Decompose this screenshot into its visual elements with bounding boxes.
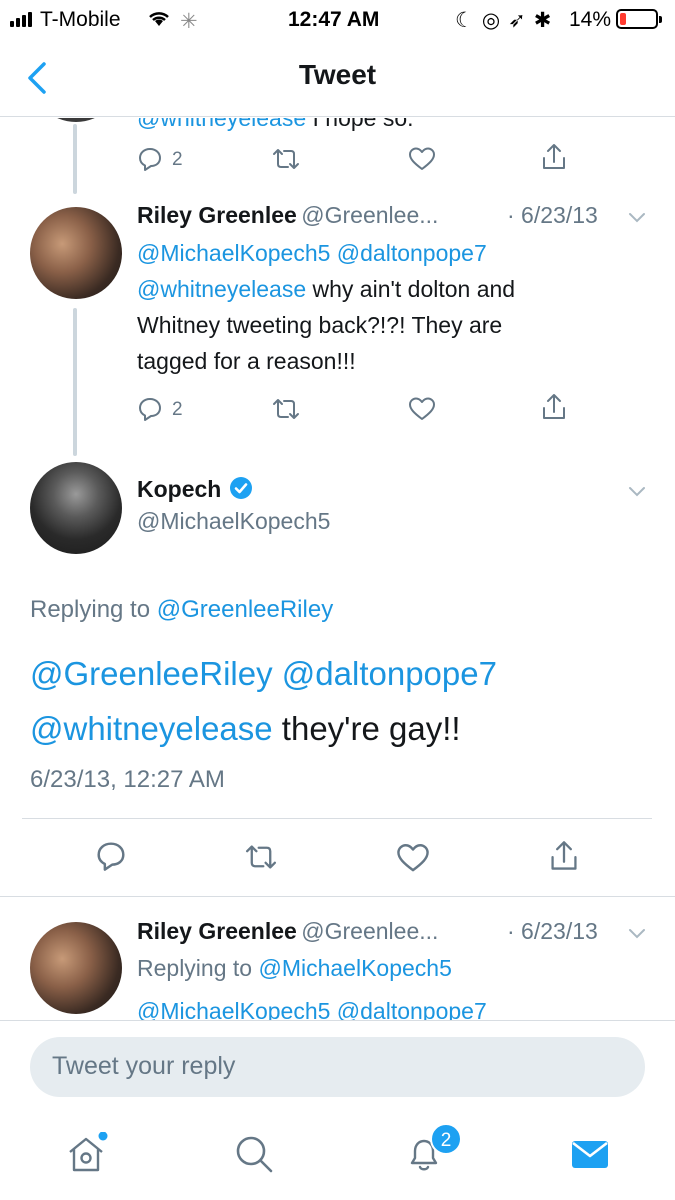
share-button[interactable]	[540, 142, 568, 172]
wifi-icon	[147, 9, 171, 33]
tweet-thread[interactable]: @whitneyelease I hope so. 2 Riley Greenl…	[0, 118, 675, 1020]
mention-link[interactable]: @whitneyelease	[137, 118, 306, 131]
activity-spinner-icon: ✳	[180, 10, 198, 33]
status-icons: ☾ ◎ ➶ ✱	[455, 8, 551, 33]
retweet-icon	[273, 399, 299, 419]
tweet-text: @MichaelKopech5 @daltonpope7 @whitneyele…	[137, 240, 516, 374]
share-icon	[543, 394, 565, 419]
tab-search[interactable]	[232, 1132, 276, 1181]
display-name[interactable]: Kopech	[137, 476, 221, 502]
tweet-date: · 6/23/13	[507, 202, 598, 228]
tweet-text: @GreenleeRiley @daltonpope7 @whitneyelea…	[30, 655, 497, 747]
avatar[interactable]	[30, 118, 122, 122]
reply-composer: Tweet your reply	[0, 1020, 675, 1110]
chevron-down-icon	[629, 213, 645, 223]
tweet-actions: 2	[137, 394, 587, 436]
carrier-label: T-Mobile	[40, 8, 121, 31]
mention-link[interactable]: @GreenleeRiley	[30, 655, 273, 692]
retweet-icon	[273, 149, 299, 169]
reply-icon	[139, 148, 161, 171]
display-name[interactable]: Riley Greenlee	[137, 202, 297, 228]
replying-to: Replying to @MichaelKopech5	[137, 955, 452, 981]
tweet-date: · 6/23/13	[507, 918, 598, 944]
mention-link[interactable]: @whitneyelease	[137, 276, 306, 302]
reply-button[interactable]	[137, 396, 163, 422]
heart-icon	[409, 397, 435, 420]
bluetooth-icon: ✱	[533, 9, 552, 32]
location-icon: ➶	[508, 9, 526, 32]
mention-link[interactable]: @daltonpope7	[337, 998, 487, 1020]
divider	[22, 818, 652, 819]
tweet-options-button[interactable]	[626, 922, 648, 949]
reply-button[interactable]	[95, 840, 127, 877]
mail-icon	[572, 1141, 608, 1168]
replying-to: Replying to @GreenleeRiley	[30, 596, 334, 623]
username[interactable]: @Greenlee...	[301, 918, 438, 944]
mention-link[interactable]: @MichaelKopech5	[258, 955, 451, 981]
retweet-button[interactable]	[270, 146, 302, 172]
mention-link[interactable]: @daltonpope7	[337, 240, 487, 266]
heart-icon	[397, 844, 429, 872]
tab-messages[interactable]	[568, 1132, 612, 1181]
tab-bar	[0, 1110, 675, 1200]
battery-icon	[616, 9, 662, 29]
username[interactable]: @MichaelKopech5	[137, 508, 557, 535]
orientation-lock-icon: ◎	[481, 9, 501, 32]
like-button[interactable]	[408, 146, 436, 172]
tweet-text: @MichaelKopech5 @daltonpope7	[137, 993, 487, 1020]
thread-line	[73, 308, 77, 456]
author-block[interactable]: Kopech @MichaelKopech5	[137, 476, 557, 546]
retweet-button[interactable]	[242, 842, 280, 877]
reply-button[interactable]	[137, 146, 163, 172]
reply-icon	[97, 842, 125, 871]
verified-badge-icon	[229, 476, 253, 505]
signal-icon	[10, 12, 32, 27]
tweet-text-partial: @whitneyelease I hope so.	[137, 118, 414, 136]
tweet-actions: 2	[137, 144, 587, 186]
mention-link[interactable]: @GreenleeRiley	[157, 596, 333, 623]
mention-link[interactable]: @MichaelKopech5	[137, 998, 330, 1020]
clock: 12:47 AM	[288, 8, 380, 31]
mention-link[interactable]: @whitneyelease	[30, 710, 273, 747]
divider	[0, 896, 675, 897]
tweet-timestamp[interactable]: 6/23/13, 12:27 AM	[30, 766, 225, 794]
heart-icon	[409, 147, 435, 170]
like-button[interactable]	[396, 842, 430, 879]
chevron-down-icon	[629, 487, 645, 497]
thread-line	[73, 124, 77, 194]
reply-input[interactable]: Tweet your reply	[30, 1037, 645, 1097]
reply-icon	[139, 398, 161, 421]
avatar[interactable]	[30, 922, 122, 1014]
tweet-options-button[interactable]	[626, 206, 648, 233]
retweet-icon	[246, 845, 276, 869]
reply-count: 2	[172, 149, 183, 170]
avatar[interactable]	[30, 462, 122, 554]
moon-icon: ☾	[455, 9, 474, 32]
notifications-badge: 2	[430, 1123, 462, 1155]
display-name[interactable]: Riley Greenlee	[137, 918, 297, 944]
share-icon	[551, 841, 577, 870]
like-button[interactable]	[408, 396, 436, 422]
mention-link[interactable]: @MichaelKopech5	[137, 240, 330, 266]
tweet-header: Riley Greenlee @Greenlee... · 6/23/13	[137, 918, 657, 952]
chevron-down-icon	[629, 929, 645, 939]
home-icon	[69, 1131, 108, 1172]
mention-link[interactable]: @daltonpope7	[282, 655, 497, 692]
share-button[interactable]	[540, 392, 568, 422]
reply-count: 2	[172, 399, 183, 420]
avatar[interactable]	[30, 207, 122, 299]
status-bar: T-Mobile ✳ 12:47 AM ☾ ◎ ➶ ✱ 14%	[0, 0, 675, 40]
battery-percent: 14%	[569, 8, 612, 31]
nav-bar: Tweet	[0, 40, 675, 117]
share-icon	[543, 144, 565, 169]
search-icon	[236, 1136, 273, 1173]
retweet-button[interactable]	[270, 396, 302, 422]
page-title: Tweet	[298, 59, 377, 90]
tweet-options-button[interactable]	[626, 480, 648, 507]
username[interactable]: @Greenlee...	[301, 202, 438, 228]
tweet-header: Riley Greenlee @Greenlee... · 6/23/13	[137, 202, 657, 236]
tab-home[interactable]	[64, 1131, 108, 1181]
share-button[interactable]	[548, 838, 580, 879]
